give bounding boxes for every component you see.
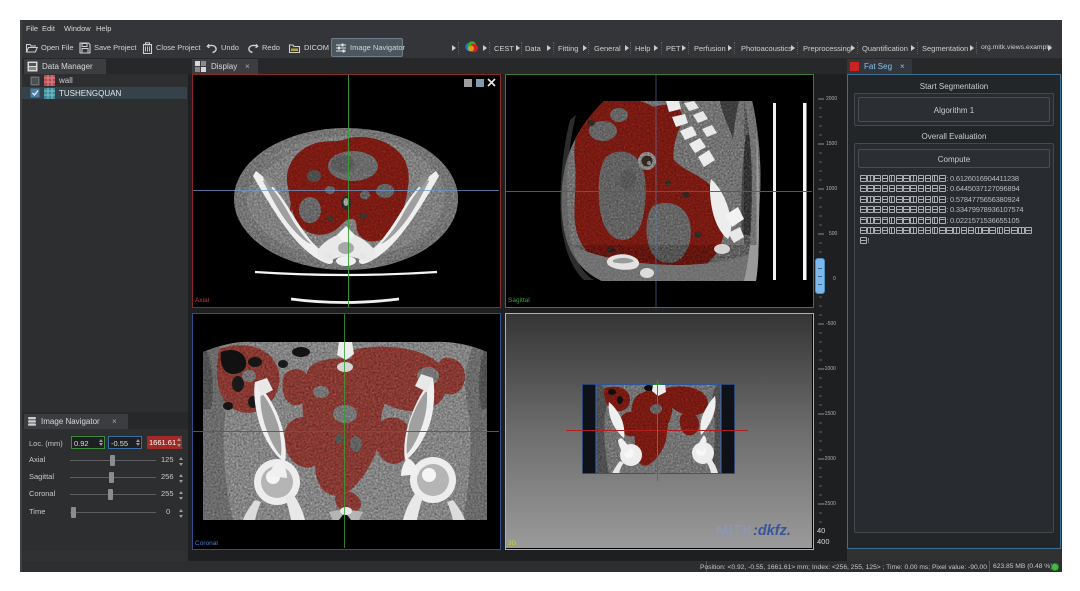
svg-text::dkfz.: :dkfz. [753,523,791,539]
svg-text:MITK: MITK [716,523,753,539]
svg-text:3D: 3D [508,540,517,547]
svg-text:Axial: Axial [195,297,210,304]
svg-text:Sagittal: Sagittal [508,297,530,304]
svg-text:Coronal: Coronal [195,540,218,547]
